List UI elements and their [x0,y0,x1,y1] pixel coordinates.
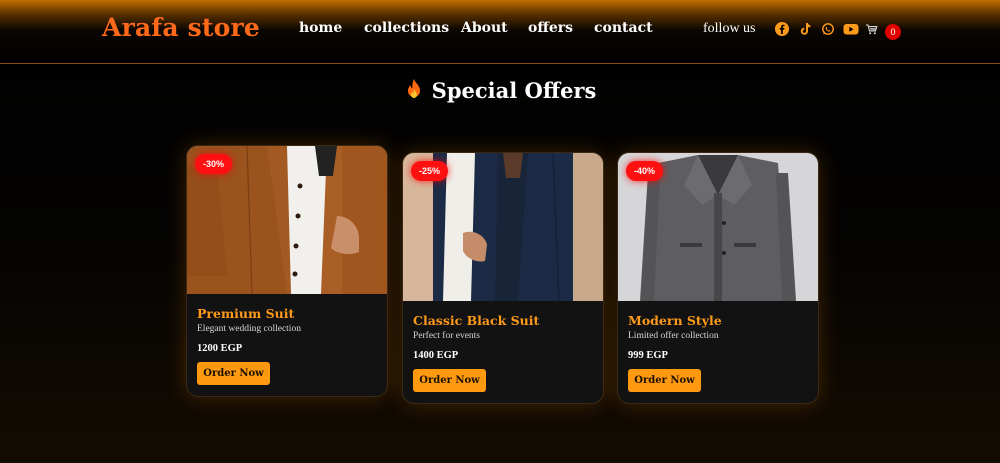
youtube-icon[interactable] [843,22,859,38]
nav-about[interactable]: About [461,20,508,36]
product-title: Modern Style [628,313,722,328]
product-price: 1200 EGP [197,343,243,354]
follow-us-label: follow us [703,21,756,36]
nav-collections[interactable]: collections [364,20,449,36]
section-title-text: Special Offers [431,78,597,103]
discount-badge: -30% [195,154,233,174]
nav-home[interactable]: home [299,20,342,36]
cart-count-badge: 0 [885,24,901,40]
offer-card: -40% Modern Style Limited offer collecti… [617,152,819,404]
discount-badge: -40% [626,161,664,181]
nav-offers[interactable]: offers [528,20,573,36]
offer-card: -25% Classic Black Suit Perfect for even… [402,152,604,404]
product-description: Perfect for events [413,331,480,341]
whatsapp-icon[interactable] [821,22,837,38]
product-description: Elegant wedding collection [197,324,301,334]
fire-icon [404,78,424,102]
product-price: 999 EGP [628,350,668,361]
offer-card: -30% Premium Suit Elegant wedding collec… [186,145,388,397]
order-now-button[interactable]: Order Now [413,369,486,392]
order-now-button[interactable]: Order Now [197,362,270,385]
nav-contact[interactable]: contact [594,20,653,36]
tiktok-icon[interactable] [798,22,814,38]
site-header: Arafa store home collections About offer… [0,0,1000,64]
section-title: Special Offers [0,78,1000,103]
product-price: 1400 EGP [413,350,459,361]
cart-icon[interactable] [865,22,881,38]
order-now-button[interactable]: Order Now [628,369,701,392]
product-title: Premium Suit [197,306,295,321]
facebook-icon[interactable] [775,22,791,38]
product-description: Limited offer collection [628,331,719,341]
discount-badge: -25% [411,161,449,181]
product-title: Classic Black Suit [413,313,540,328]
